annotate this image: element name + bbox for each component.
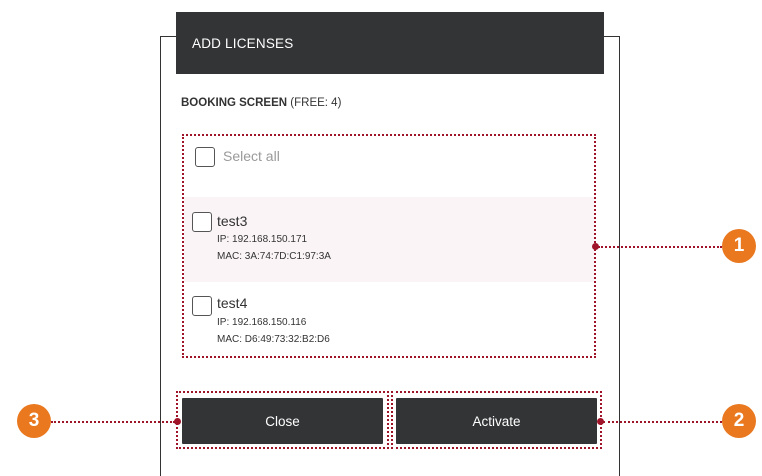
select-all-label: Select all	[223, 148, 280, 164]
callout-badge-3: 3	[17, 404, 51, 438]
device-row[interactable]: test3 IP: 192.168.150.171 MAC: 3A:74:7D:…	[184, 197, 594, 282]
device-ip: IP: 192.168.150.171	[217, 234, 308, 245]
close-button[interactable]: Close	[182, 398, 383, 444]
dialog-title: ADD LICENSES	[192, 35, 294, 51]
device-row[interactable]: test4 IP: 192.168.150.116 MAC: D6:49:73:…	[184, 282, 594, 352]
callout-3-dot	[174, 418, 181, 425]
dialog-header: ADD LICENSES	[176, 12, 604, 74]
activate-button[interactable]: Activate	[396, 398, 597, 444]
device-mac: MAC: 3A:74:7D:C1:97:3A	[217, 251, 331, 262]
section-label-text: BOOKING SCREEN	[181, 97, 288, 109]
callout-1-line	[598, 246, 722, 248]
device-ip: IP: 192.168.150.116	[217, 317, 307, 328]
callout-2-line	[603, 421, 722, 423]
callout-3-line	[51, 421, 175, 423]
callout-badge-2: 2	[722, 404, 756, 438]
device-mac: MAC: D6:49:73:32:B2:D6	[217, 334, 330, 345]
device-checkbox[interactable]	[192, 212, 212, 232]
device-name: test4	[217, 295, 248, 311]
device-checkbox[interactable]	[192, 296, 212, 316]
select-all-checkbox[interactable]	[195, 147, 215, 167]
callout-badge-1: 1	[722, 229, 756, 263]
section-label: BOOKING SCREEN (FREE: 4)	[181, 97, 341, 109]
device-name: test3	[217, 213, 248, 229]
free-count: (FREE: 4)	[290, 97, 342, 109]
